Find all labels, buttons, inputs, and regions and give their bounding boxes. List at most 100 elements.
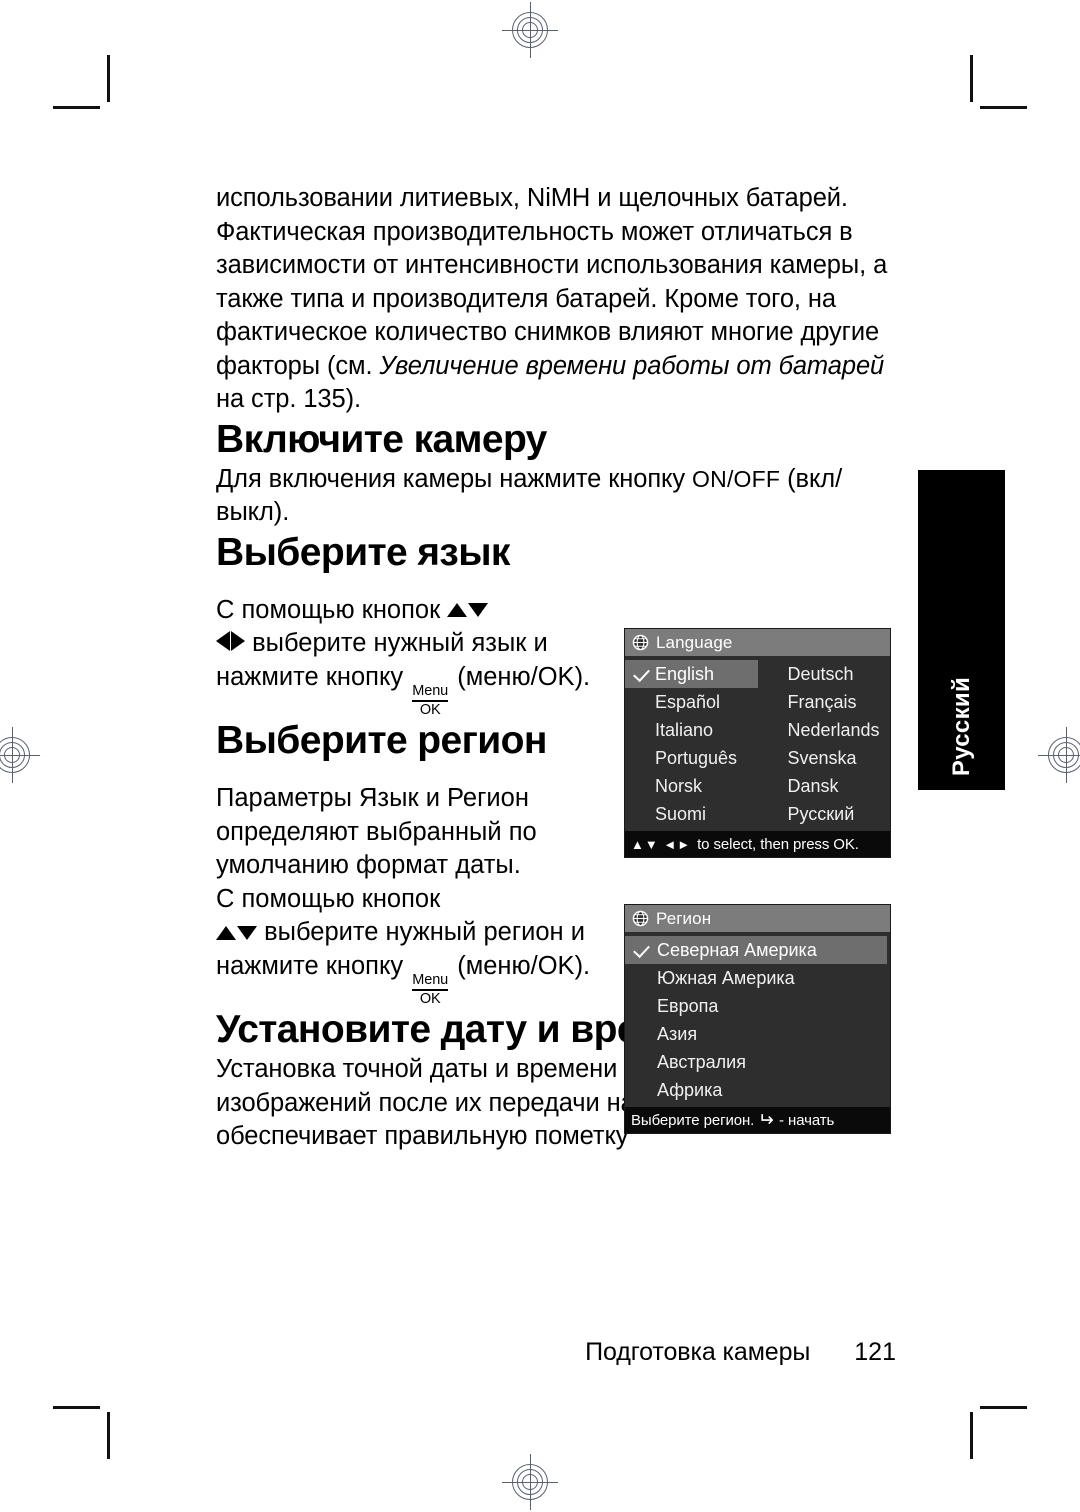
region-instruction-part3: (меню/OK). <box>450 951 591 980</box>
region-updown-arrows-glyph <box>216 918 257 946</box>
check-icon <box>633 664 650 683</box>
region-menu-footer-text-after: - начать <box>779 1111 835 1129</box>
footer-arrows-icon: ▲▼ ◄► <box>631 836 692 852</box>
power-on-paragraph: Для включения камеры нажмите кнопку ON/O… <box>216 463 896 530</box>
arrow-down-icon <box>237 925 257 940</box>
language-option-deutsch[interactable]: Deutsch <box>758 660 891 688</box>
region-menu-titlebar: Регион <box>625 905 890 932</box>
back-arrow-icon: ↵ <box>758 1109 775 1131</box>
footer-page-number: 121 <box>854 1338 896 1366</box>
language-option-dansk[interactable]: Dansk <box>758 772 891 800</box>
language-option-label: Dansk <box>787 775 839 796</box>
region-menu-footer-text-before: Выберите регион. <box>631 1111 755 1129</box>
region-option-label: Азия <box>657 1023 698 1044</box>
crop-mark-bottom-left-vertical <box>107 1412 110 1459</box>
region-instruction-text: Параметры Язык и Регион определяют выбра… <box>216 782 616 1007</box>
region-paragraph: Параметры Язык и Регион определяют выбра… <box>216 784 537 880</box>
language-menu-column-left: English Español Italiano Português Norsk… <box>625 660 758 828</box>
region-option-label: Австралия <box>657 1051 746 1072</box>
language-option-espanol[interactable]: Español <box>625 688 758 716</box>
language-menu-title: Language <box>656 632 733 652</box>
language-option-label: Español <box>655 691 721 712</box>
region-option-australia[interactable]: Австралия <box>625 1048 890 1076</box>
menu-ok-button-glyph: Menu OK <box>412 684 448 718</box>
language-option-english[interactable]: English <box>625 660 758 688</box>
language-option-russian[interactable]: Русский <box>758 800 891 828</box>
intro-text-before: использовании литиевых, NiMH и щелочных … <box>216 184 888 380</box>
crop-mark-top-right-horizontal <box>980 106 1027 109</box>
language-option-label: Italiano <box>655 719 714 740</box>
intro-text-after: на стр. 135). <box>216 385 361 413</box>
region-option-label: Африка <box>657 1079 723 1100</box>
language-menu-titlebar: Language <box>625 629 890 656</box>
arrow-up-icon <box>447 603 468 618</box>
power-on-text-before: Для включения камеры нажмите кнопку <box>216 464 693 493</box>
on-off-button-label: ON/OFF <box>692 465 781 492</box>
region-option-south-america[interactable]: Южная Америка <box>625 964 890 992</box>
crop-mark-bottom-left-horizontal <box>53 1406 100 1409</box>
region-menu-options: Северная Америка Южная Америка Европа Аз… <box>625 932 890 1107</box>
region-menu-screenshot: Регион Северная Америка Южная Америка Ев… <box>624 904 891 1134</box>
language-option-francais[interactable]: Français <box>758 688 891 716</box>
region-option-north-america[interactable]: Северная Америка <box>625 936 887 964</box>
region-option-africa[interactable]: Африка <box>625 1076 890 1104</box>
region-option-label: Северная Америка <box>657 939 817 960</box>
language-side-tab-label: Русский <box>947 676 975 776</box>
language-menu-screenshot: Language English Español Italiano Portug… <box>624 628 891 858</box>
globe-icon <box>632 910 649 927</box>
registration-target-top <box>502 2 558 58</box>
language-menu-footer: ▲▼ ◄► to select, then press OK. <box>625 831 890 857</box>
region-option-europe[interactable]: Европа <box>625 992 890 1020</box>
intro-paragraph: использовании литиевых, NiMH и щелочных … <box>216 182 896 417</box>
language-menu-footer-text: to select, then press OK. <box>697 835 859 853</box>
language-option-label: English <box>655 663 715 684</box>
language-option-label: Svenska <box>787 747 857 768</box>
language-option-label: Norsk <box>655 775 703 796</box>
check-icon <box>633 940 650 959</box>
region-menu-footer: Выберите регион. ↵ - начать <box>625 1107 890 1133</box>
menu-ok-bottom-label: OK <box>419 991 441 1008</box>
language-option-label: Русский <box>787 803 855 824</box>
region-instruction-part1: С помощью кнопок <box>216 884 441 913</box>
language-option-portugues[interactable]: Português <box>625 744 758 772</box>
menu-ok-bottom-label: OK <box>419 702 441 719</box>
language-option-suomi[interactable]: Suomi <box>625 800 758 828</box>
crop-mark-top-left-horizontal <box>53 106 100 109</box>
intro-cross-reference: Увеличение времени работы от батарей <box>379 351 885 380</box>
region-option-asia[interactable]: Азия <box>625 1020 890 1048</box>
language-option-svenska[interactable]: Svenska <box>758 744 891 772</box>
language-option-label: Português <box>655 747 738 768</box>
language-option-label: Suomi <box>655 803 707 824</box>
language-option-label: Français <box>787 691 857 712</box>
language-instruction-part1: С помощью кнопок <box>216 595 448 624</box>
arrow-up-icon <box>216 925 236 940</box>
language-side-tab: Русский <box>918 470 1005 790</box>
language-menu-column-right: Deutsch Français Nederlands Svenska Dans… <box>758 660 891 828</box>
region-option-label: Европа <box>657 995 719 1016</box>
section-title-select-language: Выберите язык <box>216 530 510 574</box>
manual-page: Русский использовании литиевых, NiMH и щ… <box>0 0 1080 1512</box>
arrow-down-icon <box>468 603 489 618</box>
language-option-norsk[interactable]: Norsk <box>625 772 758 800</box>
footer-chapter-caption: Подготовка камеры <box>585 1338 811 1366</box>
menu-ok-top-label: Menu <box>412 683 449 700</box>
globe-icon <box>632 634 649 651</box>
language-instruction-text: С помощью кнопок выберите нужный язык и … <box>216 594 616 719</box>
language-option-italiano[interactable]: Italiano <box>625 716 758 744</box>
registration-target-bottom <box>502 1454 558 1510</box>
section-title-power-on: Включите камеру <box>216 417 547 461</box>
registration-target-right <box>1038 727 1080 783</box>
language-option-label: Nederlands <box>787 719 880 740</box>
crop-mark-bottom-right-horizontal <box>980 1406 1027 1409</box>
arrow-left-icon <box>216 630 230 651</box>
language-menu-options: English Español Italiano Português Norsk… <box>625 656 890 831</box>
updown-arrows-glyph <box>447 596 489 624</box>
region-option-label: Южная Америка <box>657 967 795 988</box>
language-option-nederlands[interactable]: Nederlands <box>758 716 891 744</box>
language-option-label: Deutsch <box>787 663 854 684</box>
crop-mark-top-right-vertical <box>970 55 973 102</box>
region-menu-title: Регион <box>656 908 712 928</box>
crop-mark-top-left-vertical <box>107 55 110 102</box>
language-instruction-part3: (меню/OK). <box>450 662 591 691</box>
page-footer: Подготовка камеры 121 <box>216 1338 896 1367</box>
